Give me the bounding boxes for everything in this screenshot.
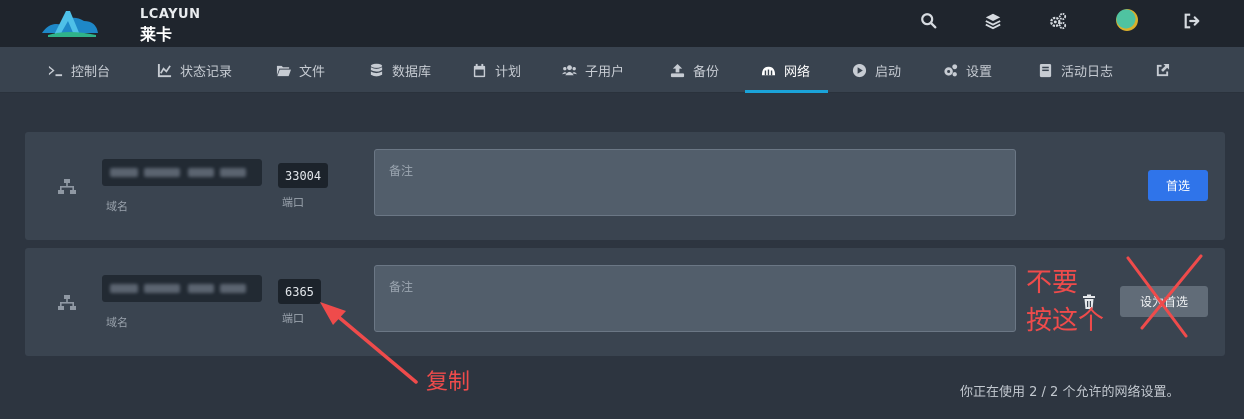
database-icon <box>370 63 383 76</box>
logout-icon[interactable] <box>1181 10 1203 32</box>
tab-network[interactable]: 网络 <box>761 47 810 93</box>
tab-activity-log[interactable]: 活动日志 <box>1038 47 1113 93</box>
note-input[interactable]: 备注 <box>374 265 1016 332</box>
annotation-warning-line2: 按这个 <box>1026 306 1105 336</box>
tab-label: 计划 <box>495 64 522 80</box>
active-tab-indicator <box>745 90 828 93</box>
tab-status-log[interactable]: 状态记录 <box>157 47 232 93</box>
domain-value-redacted[interactable] <box>102 275 262 302</box>
tab-label: 网络 <box>784 64 811 80</box>
play-icon <box>852 63 867 77</box>
chart-icon <box>157 63 172 77</box>
domain-label: 域名 <box>106 316 128 329</box>
tab-label: 启动 <box>875 64 902 80</box>
port-label: 端口 <box>282 196 304 209</box>
tab-subusers[interactable]: 子用户 <box>562 47 624 93</box>
top-bar: LCAYUN 莱卡云 <box>0 0 1244 68</box>
tab-label: 状态记录 <box>180 64 233 80</box>
tab-console[interactable]: 控制台 <box>48 47 110 93</box>
port-label: 端口 <box>282 312 304 325</box>
tab-label: 数据库 <box>392 64 432 80</box>
terminal-icon <box>48 65 63 76</box>
set-primary-button[interactable]: 设为首选 <box>1120 286 1208 317</box>
tab-label: 活动日志 <box>1061 64 1114 80</box>
tab-label: 子用户 <box>585 64 625 80</box>
network-node-icon <box>58 295 76 310</box>
network-icon <box>761 66 776 75</box>
tab-label: 设置 <box>966 64 993 80</box>
tab-label: 控制台 <box>71 64 111 80</box>
logo-mark-icon <box>42 11 98 37</box>
port-value[interactable]: 33004 <box>278 163 329 188</box>
annotation-warning-line1: 不要 <box>1026 268 1079 298</box>
annotation-warning: 不要 按这个 <box>1026 264 1104 340</box>
domain-value-redacted[interactable] <box>102 159 262 186</box>
tab-label: 文件 <box>299 64 326 80</box>
external-link-icon <box>1156 63 1170 76</box>
main-nav: 控制台 状态记录 文件 数据库 计划 子用户 备份 网络 启动 设置 活动日志 <box>0 47 1244 93</box>
calendar-icon <box>473 63 486 77</box>
port-value[interactable]: 6365 <box>278 279 321 304</box>
upload-icon <box>670 63 685 77</box>
allocation-usage-text: 你正在使用 2 / 2 个允许的网络设置。 <box>960 385 1180 400</box>
tab-files[interactable]: 文件 <box>276 47 325 93</box>
gears-icon <box>944 63 958 76</box>
note-input[interactable]: 备注 <box>374 149 1016 216</box>
avatar[interactable] <box>1116 9 1138 31</box>
search-icon[interactable] <box>918 10 940 32</box>
tab-backup[interactable]: 备份 <box>670 47 719 93</box>
allocation-row: 域名 33004 端口 备注 首选 <box>25 132 1225 240</box>
logo[interactable]: LCAYUN 莱卡云 <box>40 3 200 68</box>
settings-icon[interactable] <box>1047 10 1069 32</box>
tab-label: 备份 <box>693 64 720 80</box>
logo-text: LCAYUN <box>140 7 201 22</box>
tab-startup[interactable]: 启动 <box>852 47 901 93</box>
users-icon <box>562 64 577 75</box>
domain-label: 域名 <box>106 200 128 213</box>
annotation-copy: 复制 <box>426 370 471 395</box>
book-icon <box>1039 63 1052 77</box>
primary-badge-button[interactable]: 首选 <box>1148 170 1208 201</box>
layers-icon[interactable] <box>982 10 1004 32</box>
external-link[interactable] <box>1155 47 1170 93</box>
folder-icon <box>276 65 291 76</box>
tab-database[interactable]: 数据库 <box>369 47 431 93</box>
network-node-icon <box>58 179 76 194</box>
tab-settings[interactable]: 设置 <box>943 47 992 93</box>
tab-schedule[interactable]: 计划 <box>472 47 521 93</box>
